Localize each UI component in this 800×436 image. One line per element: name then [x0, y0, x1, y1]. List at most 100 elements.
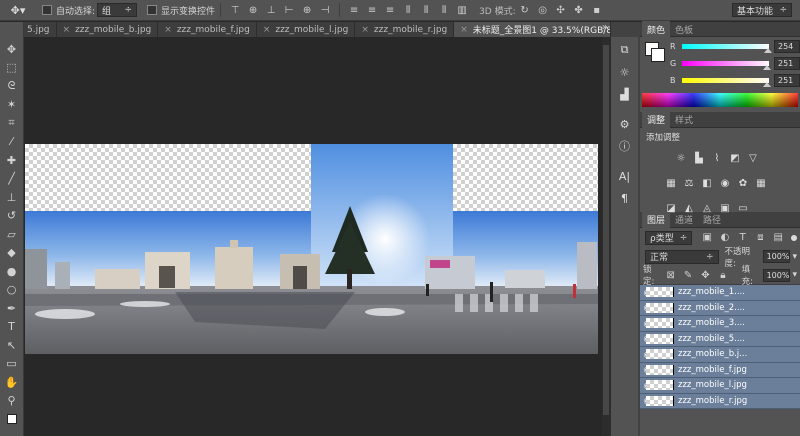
- photo-filter-icon[interactable]: ◉: [718, 176, 733, 191]
- 3d-scale-icon[interactable]: ▪: [590, 3, 604, 17]
- exposure-icon[interactable]: ◩: [728, 151, 743, 166]
- zoom-tool-icon[interactable]: ⚲: [1, 392, 23, 411]
- document-canvas[interactable]: [25, 144, 598, 354]
- show-transform-checkbox[interactable]: [147, 5, 158, 15]
- close-icon[interactable]: ×: [460, 25, 468, 35]
- auto-select-dropdown[interactable]: 组 ÷: [97, 3, 138, 17]
- history-brush-icon[interactable]: ↺: [1, 207, 23, 226]
- distribute-top-icon[interactable]: ≡: [347, 3, 361, 17]
- tabs-overflow-icon[interactable]: »: [602, 22, 608, 33]
- levels-icon[interactable]: ▙: [692, 151, 707, 166]
- 3d-roll-icon[interactable]: ◎: [536, 3, 550, 17]
- gradient-map-icon[interactable]: ▭: [736, 201, 751, 216]
- layer-row[interactable]: ◉zzz_mobile_b.j...: [640, 347, 800, 363]
- layer-row[interactable]: ◉zzz_mobile_l.jpg: [640, 378, 800, 394]
- scrollbar-thumb[interactable]: [603, 45, 609, 415]
- tab-1[interactable]: × zzz_mobile_b.jpg: [57, 22, 159, 37]
- lasso-tool-icon[interactable]: ᘓ: [1, 77, 23, 96]
- layer-filter-dropdown[interactable]: ρ类型 ÷: [645, 230, 693, 245]
- layer-name[interactable]: zzz_mobile_f.jpg: [678, 365, 747, 375]
- color-spectrum[interactable]: [642, 93, 798, 107]
- tab-adjustments[interactable]: 调整: [642, 111, 671, 128]
- paint-bucket-icon[interactable]: ◆: [1, 244, 23, 263]
- tab-swatches[interactable]: 色板: [670, 21, 698, 37]
- distribute-left-icon[interactable]: ⦀: [401, 3, 415, 17]
- filter-adjust-icon[interactable]: ◐: [718, 231, 732, 245]
- actions-panel-icon[interactable]: ⚙: [614, 115, 636, 133]
- close-icon[interactable]: ×: [263, 25, 271, 35]
- layer-name[interactable]: zzz_mobile_1....: [678, 287, 745, 297]
- align-hcenter-icon[interactable]: ⊕: [300, 3, 314, 17]
- info-panel-icon[interactable]: ⓘ: [614, 137, 636, 155]
- fill-dropdown-icon[interactable]: ▾: [792, 270, 797, 280]
- align-left-icon[interactable]: ⊢: [282, 3, 296, 17]
- tab-2[interactable]: × zzz_mobile_f.jpg: [158, 22, 257, 37]
- r-slider[interactable]: [682, 44, 772, 53]
- path-select-icon[interactable]: ↖: [1, 336, 23, 355]
- channel-mixer-icon[interactable]: ✿: [736, 176, 751, 191]
- move-tool-preset[interactable]: ✥▾: [0, 0, 36, 21]
- move-tool-icon[interactable]: ✥: [1, 40, 23, 59]
- layer-row[interactable]: ◉zzz_mobile_f.jpg: [640, 362, 800, 378]
- fill-field[interactable]: 100%: [762, 268, 791, 282]
- align-vcenter-icon[interactable]: ⊕: [246, 3, 260, 17]
- blend-mode-dropdown[interactable]: 正常 ÷: [645, 249, 719, 264]
- layer-row[interactable]: ◉zzz_mobile_5....: [640, 331, 800, 347]
- 3d-rotate-icon[interactable]: ↻: [518, 3, 532, 17]
- filter-shape-icon[interactable]: ⧈: [754, 231, 768, 245]
- distribute-hcenter-icon[interactable]: ⦀: [419, 3, 433, 17]
- character-panel-icon[interactable]: A|: [614, 167, 636, 185]
- tab-3[interactable]: × zzz_mobile_l.jpg: [257, 22, 356, 37]
- clone-stamp-icon[interactable]: ⊥: [1, 188, 23, 207]
- align-right-icon[interactable]: ⊣: [318, 3, 332, 17]
- align-bottom-icon[interactable]: ⊥: [264, 3, 278, 17]
- filter-toggle-icon[interactable]: [791, 234, 797, 241]
- marquee-tool-icon[interactable]: ⬚: [1, 59, 23, 78]
- tab-paths[interactable]: 路径: [698, 212, 726, 228]
- layer-name[interactable]: zzz_mobile_r.jpg: [678, 396, 747, 406]
- opacity-dropdown-icon[interactable]: ▾: [792, 252, 797, 262]
- tab-0[interactable]: 5.jpg: [24, 22, 57, 37]
- hue-saturation-icon[interactable]: ▦: [664, 176, 679, 191]
- workspace-dropdown[interactable]: 基本功能 ÷: [732, 3, 792, 17]
- distribute-vcenter-icon[interactable]: ≡: [365, 3, 379, 17]
- tab-styles[interactable]: 样式: [670, 112, 698, 128]
- tab-layers[interactable]: 图层: [642, 211, 671, 228]
- layer-name[interactable]: zzz_mobile_l.jpg: [678, 380, 747, 390]
- g-slider-knob[interactable]: [763, 65, 771, 70]
- auto-align-icon[interactable]: ▥: [455, 3, 469, 17]
- b-slider[interactable]: [682, 78, 771, 87]
- type-tool-icon[interactable]: T: [1, 318, 23, 337]
- tab-channels[interactable]: 通道: [670, 212, 698, 228]
- distribute-bottom-icon[interactable]: ≡: [383, 3, 397, 17]
- g-slider[interactable]: [682, 61, 771, 70]
- b-value-field[interactable]: 251: [774, 74, 800, 87]
- close-icon[interactable]: ×: [164, 25, 172, 35]
- color-balance-icon[interactable]: ⚖: [682, 176, 697, 191]
- color-lookup-icon[interactable]: ▦: [754, 176, 769, 191]
- brightness-icon[interactable]: ☼: [674, 151, 689, 166]
- vertical-scrollbar[interactable]: [602, 37, 610, 436]
- auto-select-checkbox[interactable]: [42, 5, 52, 15]
- filter-type-icon[interactable]: T: [736, 231, 750, 245]
- 3d-pan-icon[interactable]: ✣: [554, 3, 568, 17]
- lock-paint-icon[interactable]: ✎: [681, 268, 694, 282]
- properties-panel-icon[interactable]: ☼: [614, 63, 636, 81]
- opacity-field[interactable]: 100%: [762, 250, 791, 263]
- close-icon[interactable]: ×: [63, 25, 71, 35]
- dodge-tool-icon[interactable]: ○: [1, 281, 23, 300]
- lock-all-icon[interactable]: 🔒︎: [716, 268, 729, 282]
- tab-4[interactable]: × zzz_mobile_r.jpg: [355, 22, 455, 37]
- layer-name[interactable]: zzz_mobile_5....: [678, 334, 745, 344]
- history-panel-icon[interactable]: ⧉: [614, 41, 636, 59]
- tab-5[interactable]: × 未标题_全景图1 @ 33.5%(RGB/8#) *: [454, 22, 610, 37]
- magic-wand-icon[interactable]: ✶: [1, 96, 23, 115]
- 3d-slide-icon[interactable]: ✤: [572, 3, 586, 17]
- curves-icon[interactable]: ⌇: [710, 151, 725, 166]
- eraser-icon[interactable]: ▱: [1, 225, 23, 244]
- brush-tool-icon[interactable]: ╱: [1, 170, 23, 189]
- layer-row[interactable]: ◉zzz_mobile_3....: [640, 316, 800, 332]
- lock-transparent-icon[interactable]: ⊠: [664, 268, 677, 282]
- align-top-icon[interactable]: ⊤: [228, 3, 242, 17]
- layer-name[interactable]: zzz_mobile_3....: [678, 318, 745, 328]
